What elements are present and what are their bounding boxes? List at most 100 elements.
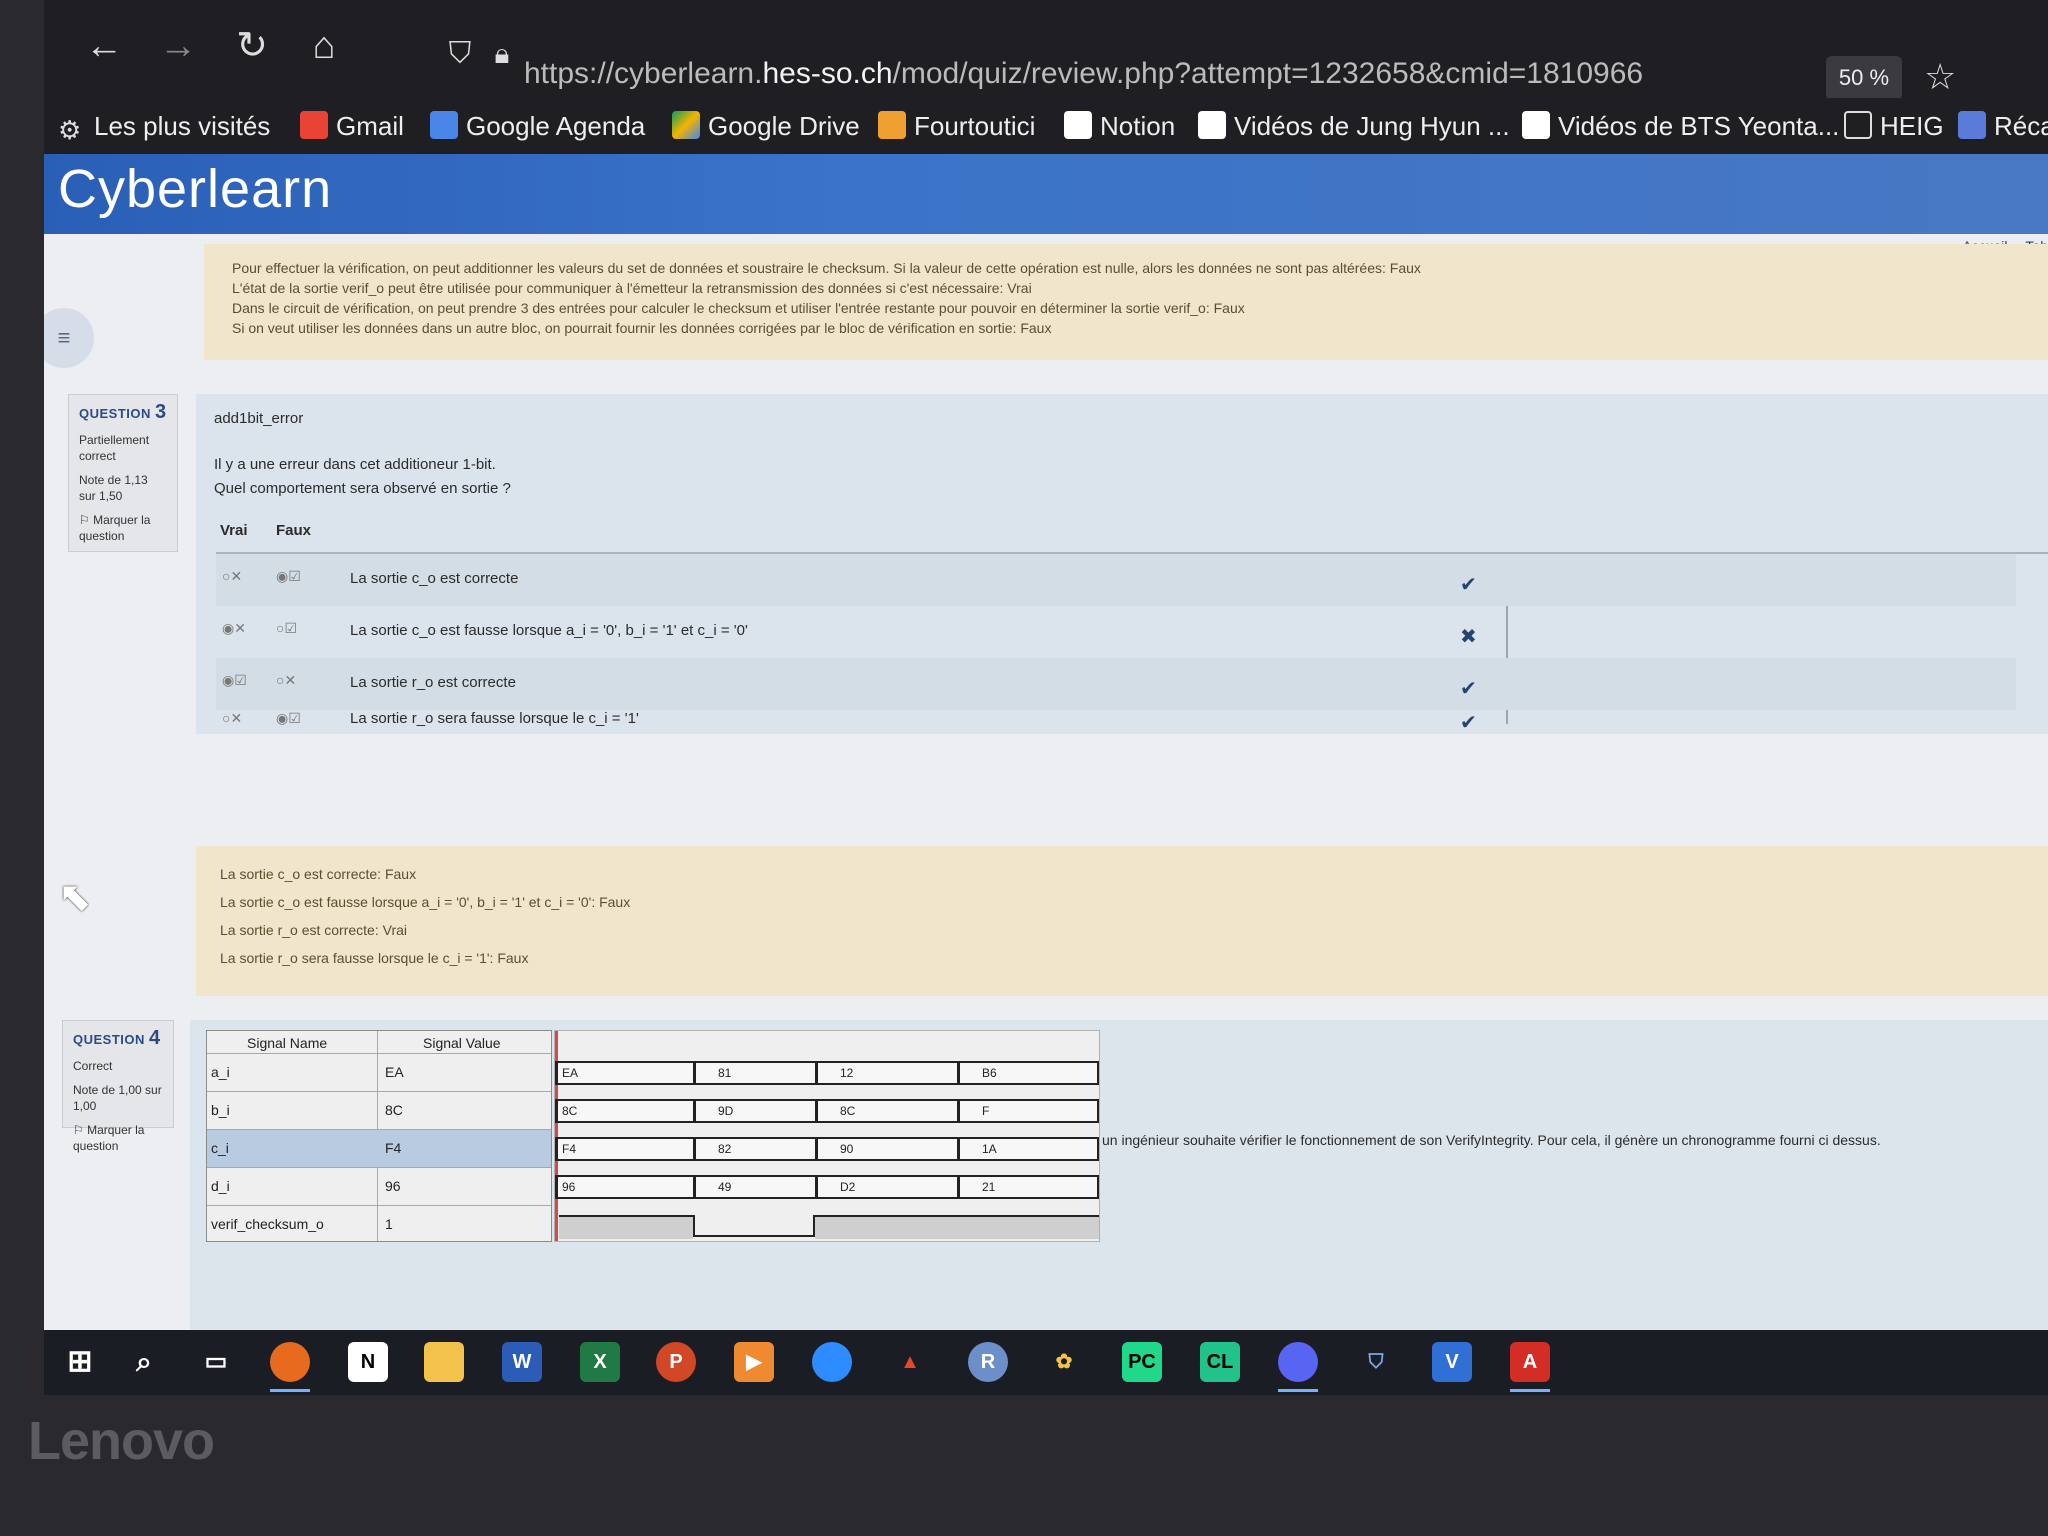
zoom-level[interactable]: 50 % [1826,56,1902,100]
url-domain: hes-so.ch [762,57,893,90]
radio-vrai[interactable]: ◉✕ [222,620,246,637]
pycharm-icon[interactable]: PC [1122,1342,1162,1382]
bookmark-notion[interactable]: Notion [1064,106,1175,146]
bookmark-fourtoutici[interactable]: Fourtoutici [878,106,1035,146]
r-icon[interactable]: R [968,1342,1008,1382]
radio-vrai[interactable]: ○✕ [222,710,242,727]
flag-icon: ⚐ [73,1123,88,1137]
url-prefix: https://cyberlearn. [524,57,763,90]
taskbar: ⊞ ⌕ ▭ N W X P ▶ ▲ R ✿ PC CL ⛉ V A [44,1330,2048,1395]
media-player-icon[interactable]: ▶ [734,1342,774,1382]
radio-faux[interactable]: ◉☑ [276,710,301,727]
word-icon[interactable]: W [502,1342,542,1382]
fan-icon[interactable]: ✿ [1044,1342,1084,1382]
signal-row[interactable]: verif_checksum_o 1 [207,1205,551,1244]
url-bar[interactable]: https://cyberlearn.hes-so.ch/mod/quiz/re… [524,46,2024,102]
question-3-info: QUESTION 3 Partiellement correct Note de… [68,394,178,552]
back-icon[interactable]: ← [80,22,128,70]
task-view-icon[interactable]: ▭ [196,1342,236,1382]
bookmark-heig[interactable]: HEIG [1844,106,1944,146]
option-row: ○✕ ◉☑ La sortie c_o est correcte ✔ [216,554,2016,606]
wave-segment: 8C [815,1099,959,1123]
bookmark-icon [1958,111,1986,139]
question-text: Il y a une erreur dans cet additioneur 1… [214,456,496,473]
checksum-high [815,1215,1099,1239]
signal-row[interactable]: a_i EA [207,1053,551,1092]
security-icon[interactable]: ⛉ [1356,1342,1396,1382]
question-3-body: add1bit_error Il y a une erreur dans cet… [196,394,2048,734]
wave-segment: 1A [957,1137,1099,1161]
discord-icon[interactable] [1278,1342,1318,1392]
drawer-toggle-icon[interactable]: ≡ [44,308,94,368]
notion-icon [1064,111,1092,139]
question-status: Correct [73,1059,113,1073]
notion-icon[interactable]: N [348,1342,388,1382]
signal-value-header: Signal Value [423,1035,501,1051]
bookmark-most-visited[interactable]: ⚙ Les plus visités [58,106,270,146]
mouse-cursor-icon: ⬉ [58,875,92,919]
bookmark-google-agenda[interactable]: Google Agenda [430,106,645,146]
reload-icon[interactable]: ↻ [228,22,276,70]
wave-segment: 8C [555,1099,695,1123]
bookmark-reca[interactable]: Réca [1958,106,2048,146]
signal-name-header: Signal Name [247,1035,328,1051]
file-explorer-icon[interactable] [424,1342,464,1382]
acrobat-icon[interactable]: A [1510,1342,1550,1392]
matlab-icon[interactable]: ▲ [890,1342,930,1382]
bookmark-google-drive[interactable]: Google Drive [672,106,860,146]
check-icon: ✔ [1460,574,1477,596]
excel-icon[interactable]: X [580,1342,620,1382]
search-icon[interactable]: ⌕ [124,1342,164,1382]
question-4-info: QUESTION 4 Correct Note de 1,00 sur 1,00… [62,1020,174,1153]
signal-row[interactable]: b_i 8C [207,1091,551,1130]
radio-faux[interactable]: ○☑ [276,620,297,637]
question-text: un ingénieur souhaite vérifier le foncti… [1102,1132,1881,1148]
zoom-icon[interactable] [812,1342,852,1382]
question-status: Partiellement correct [79,433,150,463]
forward-icon[interactable]: → [154,22,202,70]
bookmark-bts[interactable]: Vidéos de BTS Yeonta... [1522,106,1839,146]
question-number: QUESTION 3 [79,401,167,423]
powerpoint-icon[interactable]: P [656,1342,696,1382]
clion-icon[interactable]: CL [1200,1342,1240,1382]
firefox-icon[interactable] [270,1342,310,1392]
signal-row[interactable]: d_i 96 [207,1167,551,1206]
q3-feedback: La sortie c_o est correcte: Faux La sort… [196,846,2048,996]
lenovo-logo: Lenovo [28,1411,215,1471]
flag-question-link[interactable]: ⚐ Marquer la question [79,512,167,544]
checksum-high [559,1215,693,1239]
vs-icon[interactable]: V [1432,1342,1472,1382]
dailymotion-icon [1522,111,1550,139]
col-faux: Faux [276,522,312,539]
star-icon[interactable]: ☆ [1924,56,1956,98]
lock-icon[interactable]: 🔒︎ [478,30,526,78]
wave-segment: 49 [693,1175,817,1199]
windows-start-icon[interactable]: ⊞ [60,1342,100,1382]
browser-toolbar: ← → ↻ ⌂ ⛉ 🔒︎ https://cyberlearn.hes-so.c… [44,0,2048,100]
home-icon[interactable]: ⌂ [300,22,348,70]
wave-segment: 9D [693,1099,817,1123]
dailymotion-icon [1198,111,1226,139]
signal-row[interactable]: c_i F4 [207,1129,551,1168]
folder-icon [1844,111,1872,139]
bookmark-jung-hyun[interactable]: Vidéos de Jung Hyun ... [1198,106,1510,146]
wave-segment: D2 [815,1175,959,1199]
wave-segment: F [957,1099,1099,1123]
cyberlearn-logo[interactable]: Cyberlearn [58,158,332,220]
wave-segment: B6 [957,1061,1099,1085]
shield-icon[interactable]: ⛉ [436,30,484,78]
question-grade: Note de 1,13 sur 1,50 [79,473,148,503]
radio-vrai[interactable]: ○✕ [222,568,242,585]
option-row: ◉✕ ○☑ La sortie c_o est fausse lorsque a… [222,620,1477,648]
checksum-low [693,1215,815,1237]
wave-segment: F4 [555,1137,695,1161]
question-4-body: Signal Name Signal Value a_i EA b_i 8C c_i… [190,1020,2048,1330]
wave-segment: 12 [815,1061,959,1085]
signal-table: Signal Name Signal Value a_i EA b_i 8C c_i… [206,1030,552,1242]
radio-faux[interactable]: ◉☑ [276,568,301,585]
option-row: ○✕ ◉☑ La sortie r_o sera fausse lorsque … [222,710,1477,734]
q2-feedback: Pour effectuer la vérification, on peut … [204,244,2048,360]
flag-question-link[interactable]: ⚐ Marquer la question [73,1122,163,1154]
bookmark-gmail[interactable]: Gmail [300,106,404,146]
drive-icon [672,111,700,139]
